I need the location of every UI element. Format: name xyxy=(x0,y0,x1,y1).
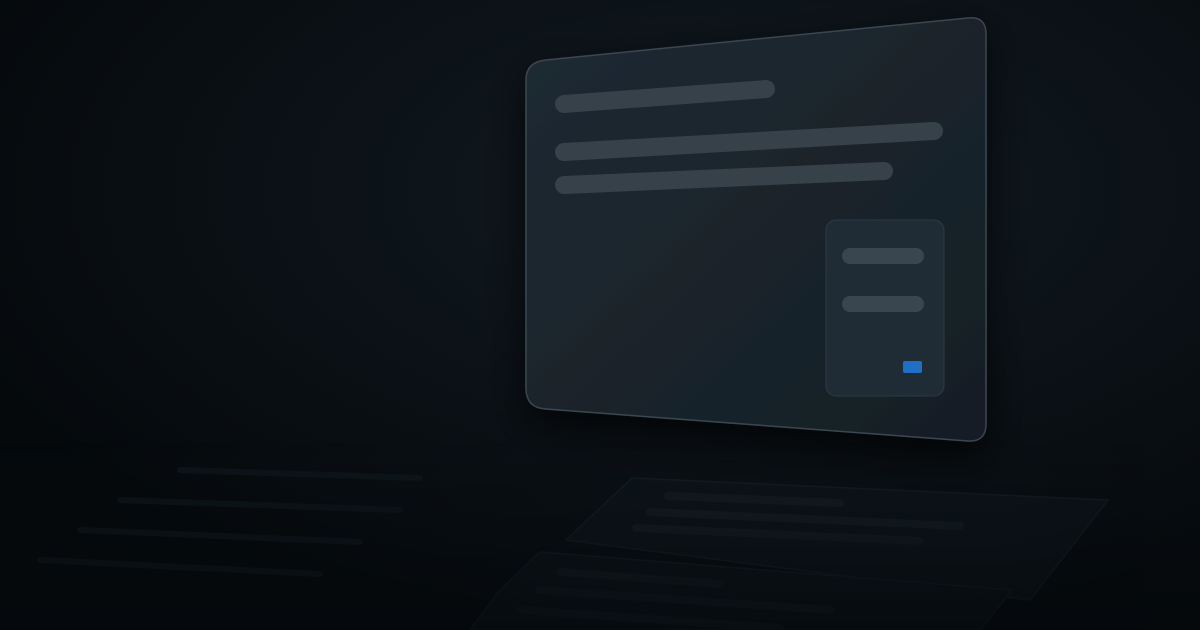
hero-illustration xyxy=(0,0,1200,630)
inner-card xyxy=(825,219,945,397)
floor-reflection xyxy=(0,440,1200,630)
accent-button[interactable] xyxy=(903,361,922,373)
